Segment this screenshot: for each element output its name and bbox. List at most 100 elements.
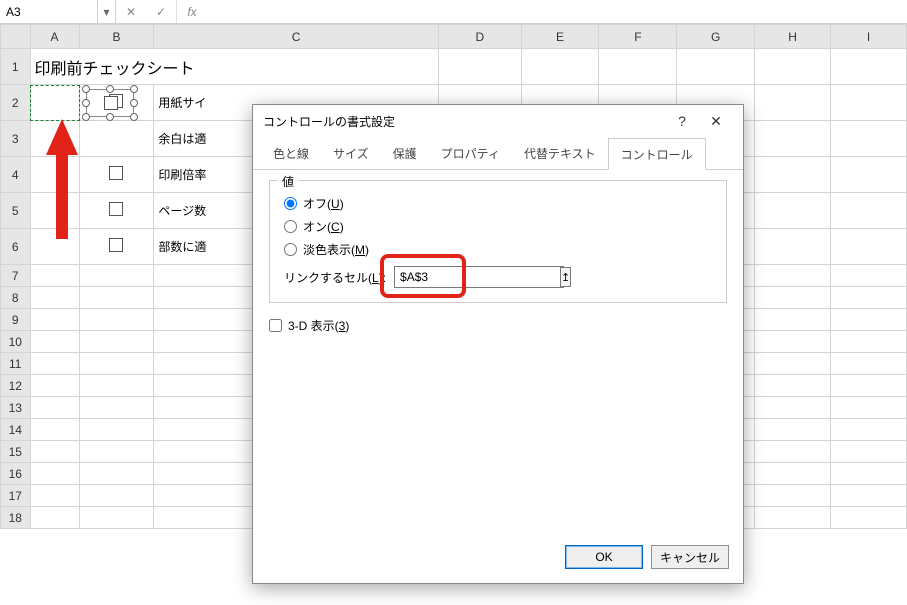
cell-a9[interactable] [30, 309, 79, 331]
cell-a10[interactable] [30, 331, 79, 353]
name-box-dropdown[interactable]: ▾ [98, 0, 116, 23]
cell-b10[interactable] [79, 331, 154, 353]
row-header-9[interactable]: 9 [1, 309, 31, 331]
dialog-close-button[interactable]: ✕ [699, 107, 733, 135]
cell-h15[interactable] [755, 441, 831, 463]
cell-i10[interactable] [831, 331, 907, 353]
col-header-c[interactable]: C [154, 25, 439, 49]
cell-b16[interactable] [79, 463, 154, 485]
cell-b15[interactable] [79, 441, 154, 463]
cell-i4[interactable] [831, 157, 907, 193]
cell-h16[interactable] [755, 463, 831, 485]
row-header-4[interactable]: 4 [1, 157, 31, 193]
tab-5[interactable]: コントロール [608, 138, 706, 170]
row-header-8[interactable]: 8 [1, 287, 31, 309]
cell-i16[interactable] [831, 463, 907, 485]
row-header-10[interactable]: 10 [1, 331, 31, 353]
checkbox-3d[interactable]: 3-D 表示(3) [269, 317, 727, 334]
cell-b17[interactable] [79, 485, 154, 507]
row-header-15[interactable]: 15 [1, 441, 31, 463]
row-header-13[interactable]: 13 [1, 397, 31, 419]
col-header-a[interactable]: A [30, 25, 79, 49]
cell-h11[interactable] [755, 353, 831, 375]
row-header-5[interactable]: 5 [1, 193, 31, 229]
resize-handle-w[interactable] [82, 99, 90, 107]
cell-b3[interactable] [79, 121, 154, 157]
row-header-1[interactable]: 1 [1, 49, 31, 85]
cell-h5[interactable] [755, 193, 831, 229]
cell-h6[interactable] [755, 229, 831, 265]
tab-2[interactable]: 保護 [381, 138, 429, 170]
linked-cell-input[interactable] [395, 267, 560, 287]
cell-a18[interactable] [30, 507, 79, 529]
row-header-17[interactable]: 17 [1, 485, 31, 507]
cell-b7[interactable] [79, 265, 154, 287]
formula-confirm-button[interactable]: ✓ [146, 0, 176, 23]
cell-h3[interactable] [755, 121, 831, 157]
cell-i14[interactable] [831, 419, 907, 441]
cell-h13[interactable] [755, 397, 831, 419]
selected-checkbox-control[interactable] [86, 89, 134, 117]
cell-h7[interactable] [755, 265, 831, 287]
cell-h8[interactable] [755, 287, 831, 309]
insert-function-button[interactable]: fx [177, 0, 207, 23]
row-header-2[interactable]: 2 [1, 85, 31, 121]
radio-off[interactable]: オフ(U) [284, 195, 712, 212]
resize-handle-ne[interactable] [130, 85, 138, 93]
cell-b11[interactable] [79, 353, 154, 375]
cell-b13[interactable] [79, 397, 154, 419]
cell-b12[interactable] [79, 375, 154, 397]
col-header-h[interactable]: H [755, 25, 831, 49]
cell-h1[interactable] [755, 49, 831, 85]
row-header-7[interactable]: 7 [1, 265, 31, 287]
checkbox-icon[interactable] [109, 238, 123, 252]
checkbox-3d-input[interactable] [269, 319, 282, 332]
cell-d1[interactable] [438, 49, 521, 85]
cell-a14[interactable] [30, 419, 79, 441]
cell-h17[interactable] [755, 485, 831, 507]
cell-h12[interactable] [755, 375, 831, 397]
radio-off-input[interactable] [284, 197, 297, 210]
col-header-e[interactable]: E [521, 25, 599, 49]
cell-h10[interactable] [755, 331, 831, 353]
cell-a16[interactable] [30, 463, 79, 485]
cell-h18[interactable] [755, 507, 831, 529]
collapse-dialog-button[interactable]: ↥ [560, 267, 571, 287]
select-all-corner[interactable] [1, 25, 31, 49]
cell-i5[interactable] [831, 193, 907, 229]
cell-i11[interactable] [831, 353, 907, 375]
cell-i13[interactable] [831, 397, 907, 419]
cell-a6[interactable] [30, 229, 79, 265]
cell-a15[interactable] [30, 441, 79, 463]
cell-a13[interactable] [30, 397, 79, 419]
col-header-b[interactable]: B [79, 25, 154, 49]
resize-handle-n[interactable] [106, 85, 114, 93]
cell-b8[interactable] [79, 287, 154, 309]
formula-cancel-button[interactable]: ✕ [116, 0, 146, 23]
resize-handle-nw[interactable] [82, 85, 90, 93]
cell-b14[interactable] [79, 419, 154, 441]
cell-i7[interactable] [831, 265, 907, 287]
cell-a7[interactable] [30, 265, 79, 287]
row-header-12[interactable]: 12 [1, 375, 31, 397]
cell-b18[interactable] [79, 507, 154, 529]
name-box[interactable] [0, 0, 98, 23]
cell-i8[interactable] [831, 287, 907, 309]
dialog-help-button[interactable]: ? [665, 107, 699, 135]
row-header-18[interactable]: 18 [1, 507, 31, 529]
tab-1[interactable]: サイズ [321, 138, 381, 170]
cell-a1[interactable]: 印刷前チェックシート [30, 49, 438, 85]
cell-h2[interactable] [755, 85, 831, 121]
cell-a4[interactable] [30, 157, 79, 193]
cell-a5[interactable] [30, 193, 79, 229]
col-header-f[interactable]: F [599, 25, 677, 49]
cell-i9[interactable] [831, 309, 907, 331]
ok-button[interactable]: OK [565, 545, 643, 569]
cell-b5[interactable] [79, 193, 154, 229]
spreadsheet-grid[interactable]: ABCDEFGHI1印刷前チェックシート2用紙サイ3余白は適4印刷倍率5ページ数… [0, 24, 907, 605]
cell-b4[interactable] [79, 157, 154, 193]
cell-i15[interactable] [831, 441, 907, 463]
linked-cell-refedit[interactable]: ↥ [394, 266, 564, 288]
resize-handle-sw[interactable] [82, 113, 90, 121]
radio-on[interactable]: オン(C) [284, 218, 712, 235]
